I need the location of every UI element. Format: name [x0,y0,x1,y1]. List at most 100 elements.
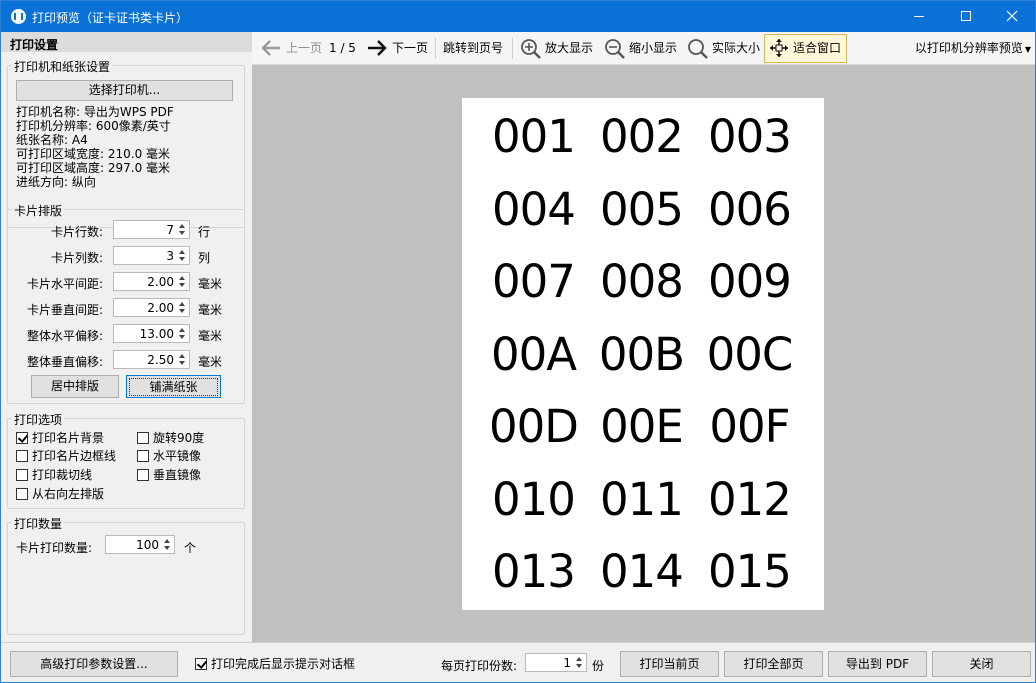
paper-name-info: 纸张名称: A4 [16,133,88,147]
show-dialog-checkbox[interactable]: 打印完成后显示提示对话框 [195,657,355,671]
copies-spinbox[interactable]: 1 [525,653,587,672]
zoom-out-label: 缩小显示 [629,41,678,55]
maximize-icon [961,11,971,21]
rows-value: 7 [166,223,174,237]
printable-width-info: 可打印区域宽度: 210.0 毫米 [16,147,171,161]
v-offset-spinbox[interactable]: 2.50 [113,350,190,369]
rows-label: 卡片行数: [50,225,103,239]
minimize-icon [914,16,924,17]
print-current-button[interactable]: 打印当前页 [620,651,719,677]
next-page-button[interactable]: 下一页 [364,32,430,64]
rotate-90-label: 旋转90度 [153,431,205,445]
h-mirror-box-icon [137,450,149,462]
v-mirror-box-icon [137,469,149,481]
maximize-button[interactable] [943,1,989,32]
copies-label: 每页打印份数: [441,659,518,673]
app-logo-icon [11,9,26,24]
card-count-spin-arrows-icon[interactable] [163,537,172,552]
fit-window-button[interactable]: 适合窗口 [764,34,847,63]
card-label: 004 [492,182,576,236]
card-label: 002 [600,110,684,163]
card-label: 009 [708,255,792,308]
printer-resolution-info: 打印机分辨率: 600像素/英寸 [16,119,171,133]
select-printer-button[interactable]: 选择打印机... [16,80,233,101]
h-gap-unit: 毫米 [198,277,223,291]
card-label: 006 [708,182,792,236]
cols-spin-arrows-icon[interactable] [178,248,187,263]
prev-page-label: 上一页 [286,41,323,55]
zoom-in-button[interactable]: 放大显示 [518,32,600,64]
print-all-button[interactable]: 打印全部页 [724,651,823,677]
preview-mode-label: 以打印机分辨率预览 [914,41,1023,55]
preview-area[interactable]: 001 002 003 004 005 006 007 008 009 00A 00B 00C 00D 0… [252,65,1035,642]
toolbar-separator [435,38,436,59]
v-offset-unit: 毫米 [198,355,223,369]
cols-spinbox[interactable]: 3 [113,246,190,265]
h-gap-spin-arrows-icon[interactable] [178,274,187,289]
card-label: 00D [489,400,579,453]
rows-unit: 行 [198,225,211,239]
card-count-label: 卡片打印数量: [16,541,93,555]
v-offset-spin-arrows-icon[interactable] [178,352,187,367]
print-cutline-box-icon [16,469,28,481]
minimize-button[interactable] [896,1,942,32]
preview-mode-dropdown[interactable]: 以打印机分辨率预览 ▼ [911,32,1031,64]
v-gap-unit: 毫米 [198,303,223,317]
fit-window-label: 适合窗口 [793,41,842,55]
card-label: 013 [492,545,576,598]
copies-unit: 份 [592,659,605,673]
actual-size-button[interactable]: 实际大小 [685,32,763,64]
card-count-unit: 个 [184,541,197,555]
prev-page-button[interactable]: 上一页 [258,32,326,64]
copies-spin-arrows-icon[interactable] [575,655,584,670]
goto-page-button[interactable]: 跳转到页号 [443,32,503,64]
v-gap-label: 卡片垂直间距: [26,303,103,317]
count-group-legend: 打印数量 [12,515,65,532]
h-mirror-checkbox[interactable]: 水平镜像 [137,449,201,463]
h-gap-spinbox[interactable]: 2.00 [113,272,190,291]
cols-value: 3 [166,249,174,263]
arrow-right-icon [368,40,387,56]
card-label: 008 [600,255,684,308]
rows-spin-arrows-icon[interactable] [178,222,187,237]
print-border-checkbox[interactable]: 打印名片边框线 [16,449,116,463]
v-mirror-checkbox[interactable]: 垂直镜像 [137,468,201,482]
zoom-out-icon [605,39,625,59]
card-label: 003 [708,110,792,163]
h-offset-unit: 毫米 [198,329,223,343]
card-count-spinbox[interactable]: 100 [105,535,175,554]
v-gap-spin-arrows-icon[interactable] [178,300,187,315]
rotate-90-box-icon [137,432,149,444]
close-button[interactable]: 关闭 [932,651,1031,677]
h-offset-spin-arrows-icon[interactable] [178,326,187,341]
print-border-label: 打印名片边框线 [32,449,117,463]
print-cutline-label: 打印裁切线 [32,468,93,482]
settings-header: 打印设置 [1,32,252,52]
right-to-left-checkbox[interactable]: 从右向左排版 [16,487,104,501]
card-count-value: 100 [136,538,159,552]
print-border-box-icon [16,450,28,462]
card-label: 012 [708,472,792,526]
v-gap-spinbox[interactable]: 2.00 [113,298,190,317]
card-label: 00A [490,327,577,381]
rows-spinbox[interactable]: 7 [113,220,190,239]
zoom-out-button[interactable]: 缩小显示 [602,32,682,64]
center-layout-button[interactable]: 居中排版 [31,375,119,398]
title-bar: 打印预览（证卡证书类卡片） [1,1,1035,32]
export-pdf-button[interactable]: 导出到 PDF [828,651,927,677]
fill-paper-button[interactable]: 铺满纸张 [126,375,221,398]
dropdown-arrow-icon: ▼ [1024,45,1031,54]
magnifier-icon [688,39,708,59]
print-background-checkbox[interactable]: 打印名片背景 [16,431,104,445]
printer-name-info: 打印机名称: 导出为WPS PDF [16,105,174,119]
close-window-button[interactable] [989,1,1035,32]
print-cutline-checkbox[interactable]: 打印裁切线 [16,468,92,482]
card-label: 00F [709,400,790,453]
window-title: 打印预览（证卡证书类卡片） [32,11,189,25]
rotate-90-checkbox[interactable]: 旋转90度 [137,431,204,445]
options-group-legend: 打印选项 [12,411,65,428]
h-offset-spinbox[interactable]: 13.00 [113,324,190,343]
advanced-settings-button[interactable]: 高级打印参数设置... [10,651,178,677]
next-page-label: 下一页 [392,41,429,55]
h-offset-value: 13.00 [139,327,174,341]
